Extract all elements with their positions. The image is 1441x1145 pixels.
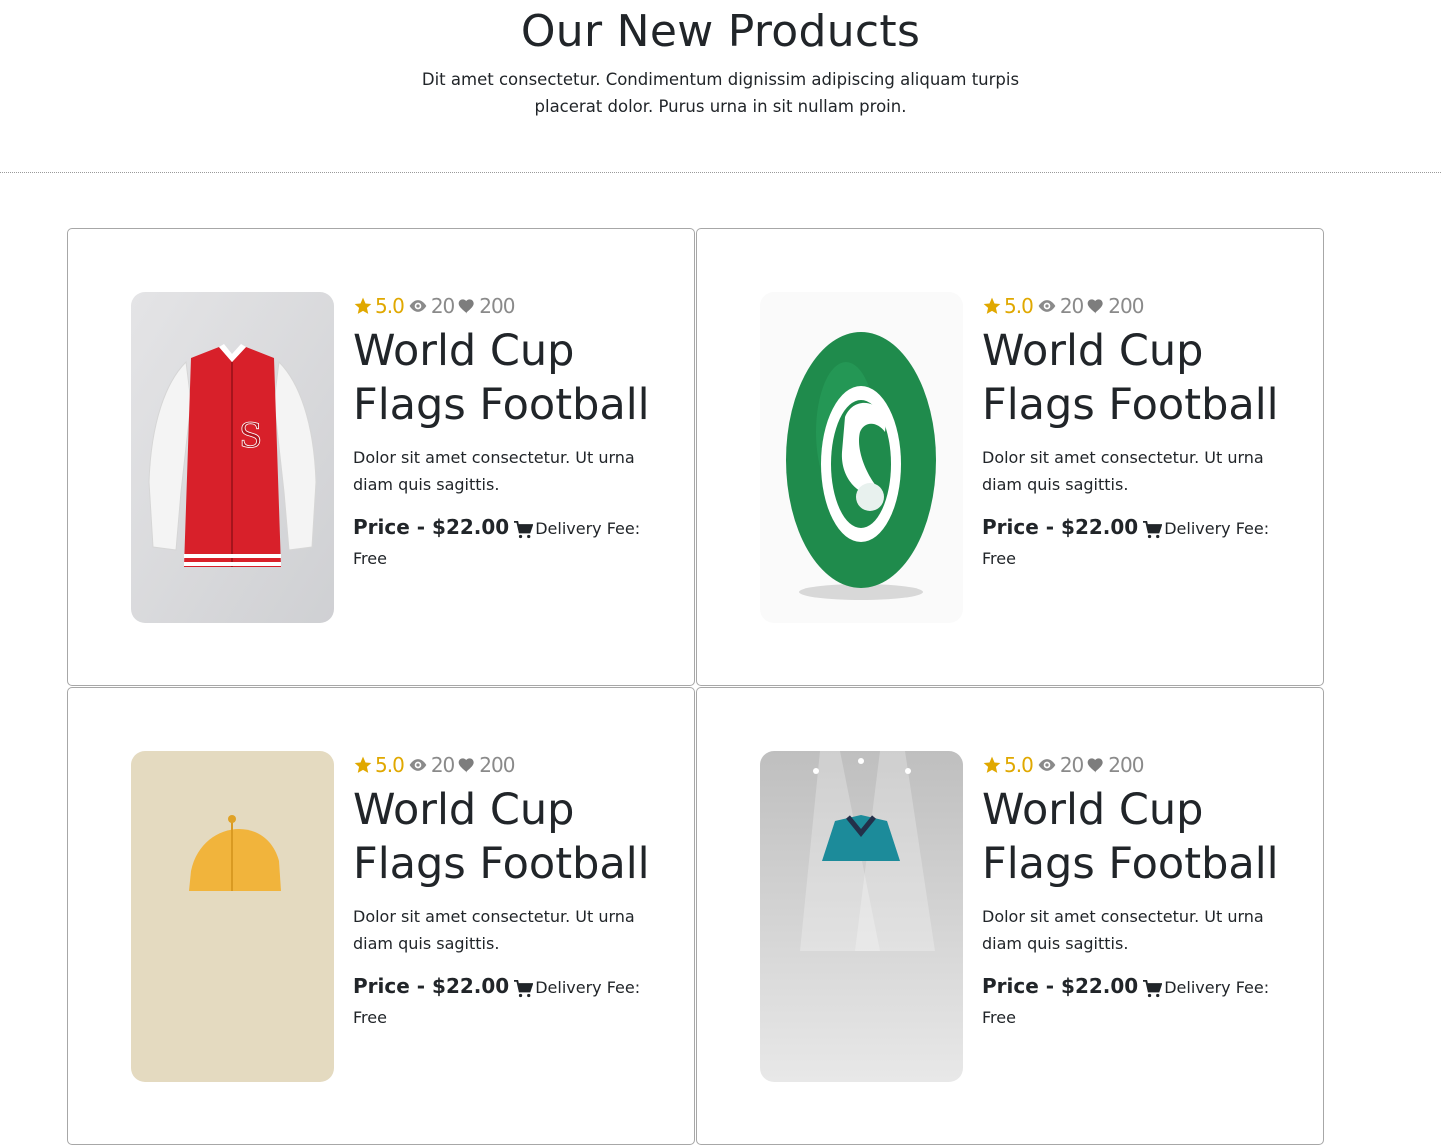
product-description: Dolor sit amet consectetur. Ut urna diam…: [982, 907, 1264, 953]
rating-value: 5.0: [375, 294, 405, 318]
divider: [0, 172, 1441, 173]
product-price: Price - $22.00: [982, 515, 1139, 539]
likes-value: 200: [1108, 294, 1144, 318]
product-stats: 5.0 20 200: [353, 751, 653, 779]
views: 20: [1036, 753, 1084, 777]
heart-icon: [458, 758, 474, 773]
product-card[interactable]: 5.0 20 200 World Cup Flags Football Dolo…: [696, 228, 1324, 686]
views-value: 20: [1059, 753, 1084, 777]
likes-value: 200: [1108, 753, 1144, 777]
price-line: Price - $22.00 Delivery Fee: Free: [982, 512, 1282, 574]
likes: 200: [457, 753, 515, 777]
price-line: Price - $22.00 Delivery Fee: Free: [353, 512, 653, 574]
rating: 5.0: [353, 294, 405, 318]
star-icon: [983, 297, 1001, 314]
section-subtitle: Dit amet consectetur. Condimentum dignis…: [421, 70, 1020, 116]
views-value: 20: [1059, 294, 1084, 318]
cart-icon: [514, 520, 534, 538]
likes-value: 200: [479, 753, 515, 777]
views: 20: [407, 753, 455, 777]
product-stats: 5.0 20 200: [982, 751, 1282, 779]
product-image[interactable]: [131, 751, 334, 1082]
product-description: Dolor sit amet consectetur. Ut urna diam…: [353, 448, 635, 494]
star-icon: [983, 756, 1001, 773]
price-line: Price - $22.00 Delivery Fee: Free: [353, 971, 653, 1033]
heart-icon: [1087, 299, 1103, 314]
product-image[interactable]: [760, 751, 963, 1082]
product-stats: 5.0 20 200: [982, 292, 1282, 320]
heart-icon: [1087, 758, 1103, 773]
product-card[interactable]: 5.0 20 200 World Cup Flags Football Dolo…: [67, 687, 695, 1145]
price-line: Price - $22.00 Delivery Fee: Free: [982, 971, 1282, 1033]
star-icon: [354, 297, 372, 314]
cart-icon: [1143, 520, 1163, 538]
product-name[interactable]: World Cup Flags Football: [982, 783, 1282, 891]
page-title: Our New Products: [520, 6, 921, 57]
views-value: 20: [430, 753, 455, 777]
product-image[interactable]: [760, 292, 963, 623]
rating-value: 5.0: [1004, 294, 1034, 318]
product-price: Price - $22.00: [982, 974, 1139, 998]
product-card[interactable]: S 5.0 20 200 World Cup Flags Football Do: [67, 228, 695, 686]
likes-value: 200: [479, 294, 515, 318]
product-price: Price - $22.00: [353, 515, 510, 539]
star-icon: [354, 756, 372, 773]
eye-icon: [1038, 300, 1056, 312]
rating: 5.0: [982, 753, 1034, 777]
rating: 5.0: [353, 753, 405, 777]
views: 20: [407, 294, 455, 318]
product-description: Dolor sit amet consectetur. Ut urna diam…: [982, 448, 1264, 494]
product-description: Dolor sit amet consectetur. Ut urna diam…: [353, 907, 635, 953]
rating-value: 5.0: [375, 753, 405, 777]
rating-value: 5.0: [1004, 753, 1034, 777]
cart-icon: [514, 979, 534, 997]
eye-icon: [1038, 759, 1056, 771]
views: 20: [1036, 294, 1084, 318]
cart-icon: [1143, 979, 1163, 997]
product-stats: 5.0 20 200: [353, 292, 653, 320]
views-value: 20: [430, 294, 455, 318]
eye-icon: [409, 759, 427, 771]
eye-icon: [409, 300, 427, 312]
product-image[interactable]: S: [131, 292, 334, 623]
likes: 200: [457, 294, 515, 318]
heart-icon: [458, 299, 474, 314]
svg-text:S: S: [239, 416, 262, 456]
likes: 200: [1086, 294, 1144, 318]
product-name[interactable]: World Cup Flags Football: [353, 324, 653, 432]
product-card[interactable]: 5.0 20 200 World Cup Flags Football Dolo…: [696, 687, 1324, 1145]
rating: 5.0: [982, 294, 1034, 318]
product-price: Price - $22.00: [353, 974, 510, 998]
likes: 200: [1086, 753, 1144, 777]
product-name[interactable]: World Cup Flags Football: [982, 324, 1282, 432]
product-name[interactable]: World Cup Flags Football: [353, 783, 653, 891]
